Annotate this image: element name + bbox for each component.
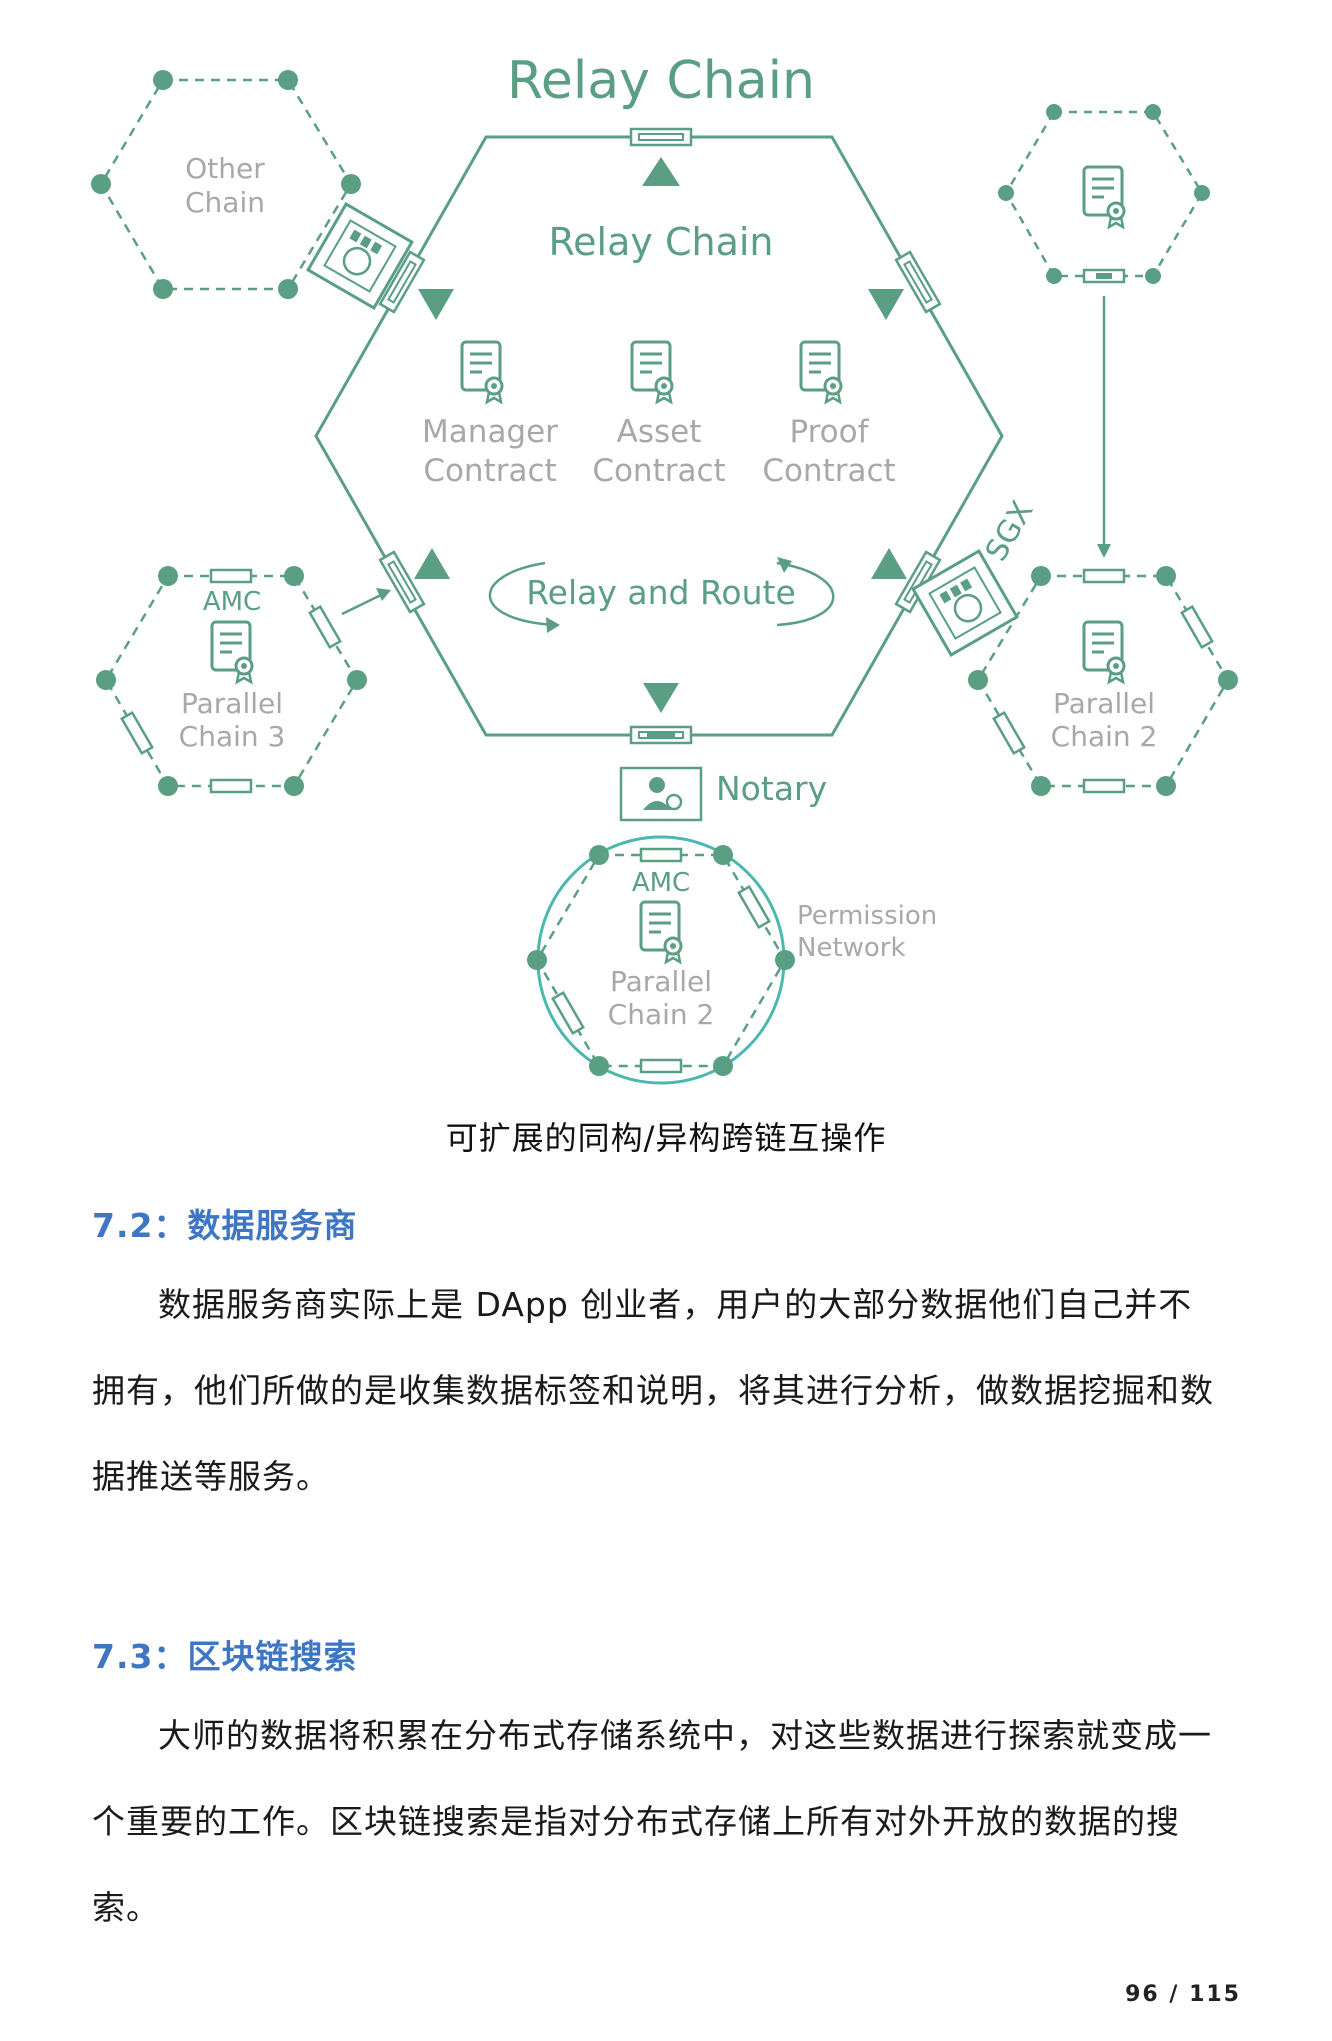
contract-label: Contract — [592, 453, 725, 489]
contract-label: Manager — [422, 414, 558, 450]
contract-doc-icon — [460, 340, 504, 404]
arrow-up-icon — [871, 548, 907, 579]
contract-doc-icon — [1082, 620, 1126, 684]
notary-user-icon — [619, 766, 703, 822]
bottom-connector-icon — [629, 725, 693, 745]
section-paragraph: 大师的数据将积累在分布式存储系统中，对这些数据进行探索就变成一个重要的工作。区块… — [92, 1716, 1212, 1927]
chain-label: Chain 2 — [1051, 720, 1158, 753]
contract-doc-icon — [799, 340, 843, 404]
section-heading: 7.3：区块链搜索 — [92, 1637, 358, 1676]
relay-chain-inner-title: Relay Chain — [548, 220, 773, 264]
arrow-up-icon — [414, 548, 450, 579]
other-chain-label: Other — [185, 152, 265, 185]
chain-label: Parallel — [610, 965, 712, 998]
arrow-down-icon — [1097, 544, 1111, 558]
contract-doc-icon — [639, 900, 683, 964]
upper-right-connector-icon — [894, 250, 942, 314]
contract-label: Proof — [789, 414, 869, 450]
contract-doc-icon — [630, 340, 674, 404]
section-heading: 7.2：数据服务商 — [92, 1206, 358, 1245]
page-number: 96 / 115 — [1125, 1982, 1241, 2007]
chain-label: Parallel — [181, 687, 283, 720]
notary-label: Notary — [716, 769, 827, 808]
document-page: Relay Chain Relay Chain Manager Contract… — [0, 0, 1332, 2041]
other-chain-label: Chain — [185, 186, 265, 219]
section-paragraph: 数据服务商实际上是 DApp 创业者，用户的大部分数据他们自己并不拥有，他们所做… — [92, 1285, 1214, 1496]
contract-label: Contract — [762, 453, 895, 489]
relay-chain-title: Relay Chain — [507, 51, 815, 111]
arrow-down-icon — [643, 683, 679, 713]
figure-caption: 可扩展的同构/异构跨链互操作 — [445, 1119, 887, 1157]
arrow-down-icon — [868, 289, 904, 320]
chain-label: Chain 3 — [179, 720, 286, 753]
cross-chain-diagram: Relay Chain Relay Chain Manager Contract… — [91, 51, 1238, 1085]
top-connector-icon — [629, 127, 693, 147]
chain-label: Parallel — [1053, 687, 1155, 720]
contract-doc-icon — [1082, 165, 1126, 229]
permission-network-label: Permission — [797, 901, 937, 931]
contract-doc-icon — [210, 620, 254, 684]
arrow-down-icon — [418, 289, 454, 320]
contract-label: Asset — [617, 414, 702, 450]
amc-label: AMC — [203, 587, 261, 617]
sgx-label: SGX — [979, 495, 1041, 567]
amc-label: AMC — [632, 868, 690, 898]
chain-label: Chain 2 — [608, 998, 715, 1031]
permission-network-label: Network — [797, 933, 906, 963]
arrow-up-icon — [642, 157, 680, 186]
relay-route-label: Relay and Route — [526, 573, 796, 612]
lower-left-connector-icon — [378, 550, 426, 614]
contract-label: Contract — [423, 453, 556, 489]
